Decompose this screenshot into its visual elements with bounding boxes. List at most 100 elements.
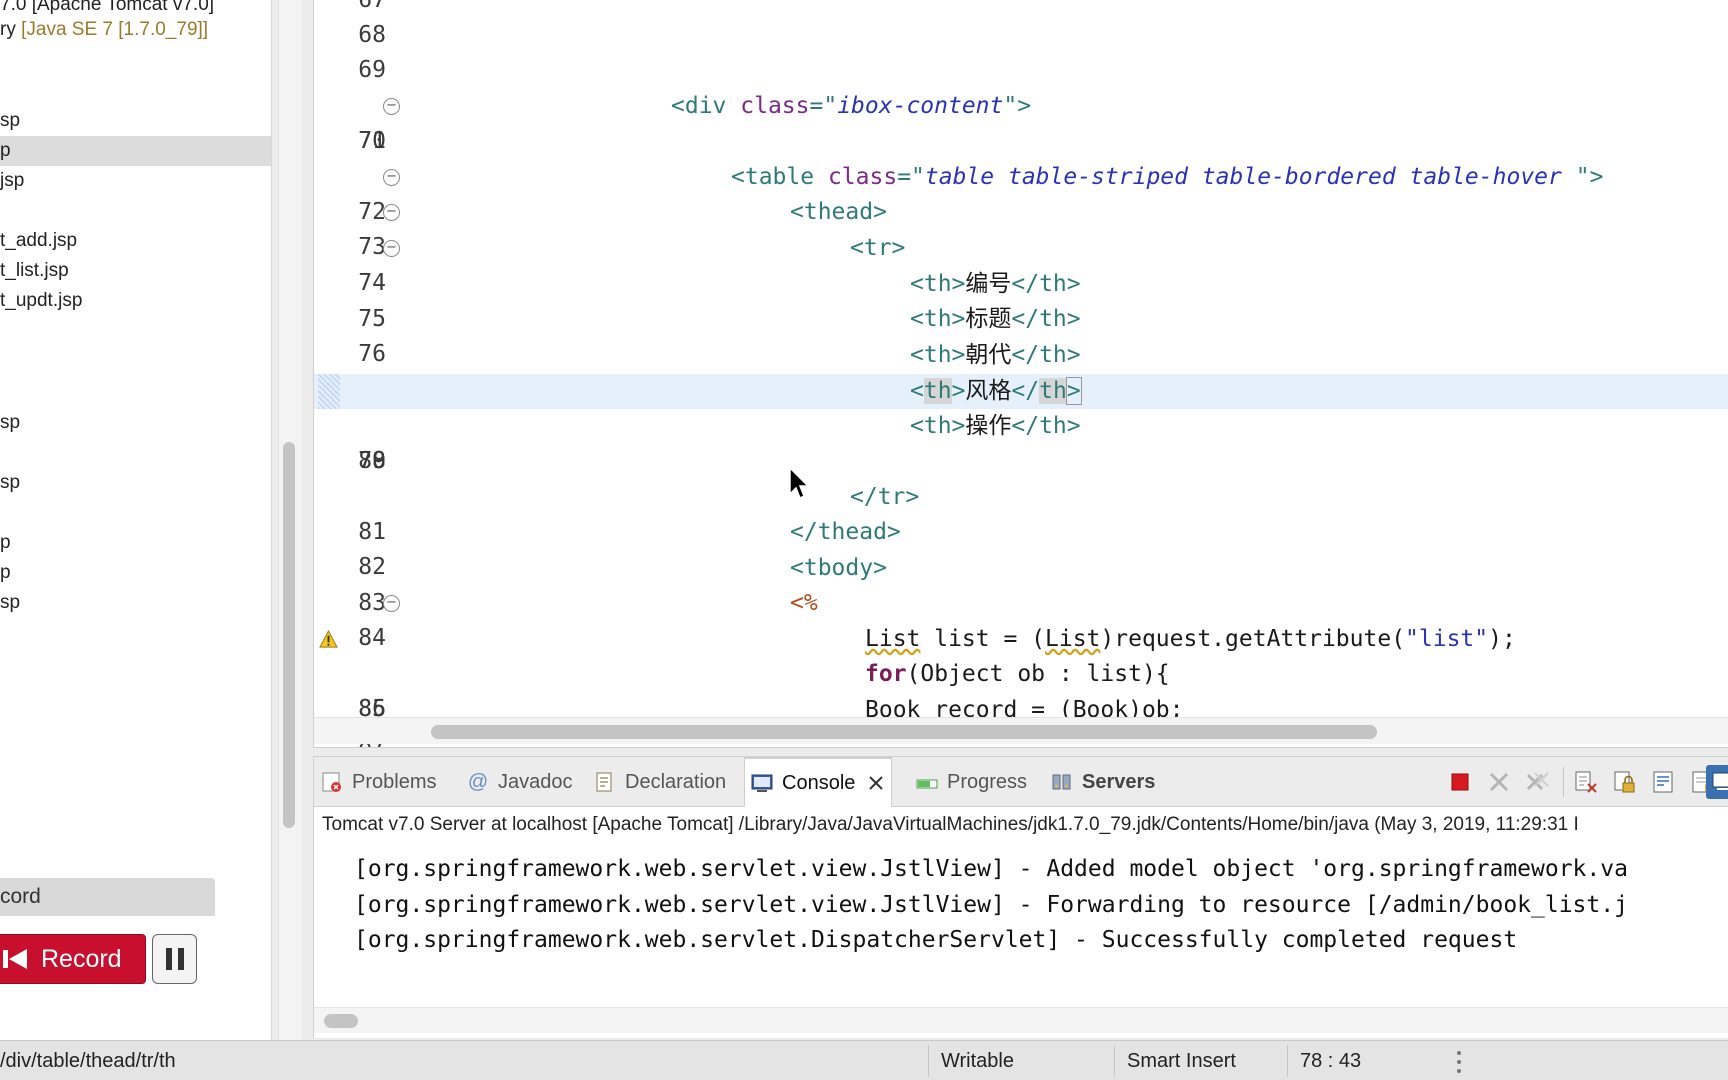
tree-item-file[interactable]: sp — [0, 106, 271, 136]
tab-servers[interactable]: Servers — [1051, 757, 1155, 807]
tab-label: Progress — [947, 771, 1028, 793]
tree-item-file[interactable]: sp — [0, 408, 271, 438]
tree-item-file[interactable]: p — [0, 528, 271, 558]
fold-collapse-icon[interactable]: − — [383, 169, 400, 186]
record-button-label: Record — [41, 944, 122, 973]
explorer-scrollbar-thumb[interactable] — [283, 442, 295, 828]
tree-item-file[interactable]: t_add.jsp — [0, 226, 271, 256]
status-bar-overflow-icon[interactable] — [1455, 1049, 1463, 1075]
tree-item-file[interactable]: sp — [0, 588, 271, 618]
code-token: "list" — [1405, 626, 1489, 652]
tree-item-file[interactable]: sp — [0, 468, 271, 498]
record-button[interactable]: Record — [0, 934, 146, 984]
code-text: <tbody> — [790, 555, 887, 581]
warning-icon[interactable] — [319, 630, 338, 649]
code-token: <table — [731, 164, 828, 190]
scroll-lock-button[interactable] — [1611, 768, 1639, 796]
code-token: </th> — [1011, 413, 1081, 439]
code-token: 标题 — [965, 306, 1012, 332]
fold-collapse-icon[interactable]: − — [383, 595, 400, 612]
code-line: 73 − <thead> — [314, 195, 1728, 260]
code-token: </th> — [1011, 306, 1081, 332]
code-token: class — [740, 93, 810, 119]
remove-all-terminated-button[interactable] — [1524, 768, 1552, 796]
tree-item-file[interactable]: jsp — [0, 166, 271, 196]
fold-collapse-icon[interactable]: − — [383, 240, 400, 257]
pause-button[interactable] — [152, 934, 197, 984]
editor-horizontal-scrollbar-thumb[interactable] — [431, 725, 1377, 739]
code-line: 84 − <% — [314, 586, 1728, 651]
code-token: 操作 — [965, 413, 1012, 439]
javadoc-icon: @ — [467, 771, 489, 793]
code-token: =" — [897, 164, 925, 190]
status-divider — [928, 1045, 929, 1077]
console-output-line: [org.springframework.web.servlet.Dispatc… — [354, 927, 1518, 953]
fold-collapse-icon[interactable]: − — [383, 204, 400, 221]
tree-item-file[interactable]: p — [0, 558, 271, 588]
remove-launch-button[interactable] — [1485, 768, 1513, 796]
code-token: < — [910, 378, 924, 404]
tree-item-jre-library[interactable]: ry [Java SE 7 [1.7.0_79]] — [0, 15, 271, 45]
tab-problems[interactable]: Problems — [321, 757, 436, 807]
close-tab-icon[interactable] — [867, 774, 885, 792]
code-token: )request.getAttribute( — [1100, 626, 1406, 652]
code-text: <table class="table table-striped table-… — [731, 160, 1603, 195]
tree-item-label: sp — [0, 592, 21, 613]
code-line: 76 <th>标题</th> — [314, 302, 1728, 367]
code-line: 80 — [314, 444, 1728, 479]
code-token: ibox-content — [837, 93, 1004, 119]
code-token: for — [865, 661, 907, 687]
code-token: =" — [809, 93, 838, 119]
code-line: 75 <th>编号</th> — [314, 267, 1728, 332]
code-line: 68 — [314, 18, 1728, 53]
code-line: 69 — [314, 53, 1728, 88]
code-line: 83 <tbody> — [314, 551, 1728, 616]
code-text: for(Object ob : list){ — [865, 657, 1170, 692]
remove-all-icon — [1526, 772, 1549, 791]
tree-item-label: p — [0, 532, 11, 553]
code-line: 67 — [314, 0, 1728, 18]
problems-icon — [322, 772, 341, 792]
line-number: 68 — [358, 22, 386, 48]
tree-item-file[interactable]: t_updt.jsp — [0, 286, 271, 316]
terminate-button[interactable] — [1446, 768, 1474, 796]
code-line: 79 <th>操作</th> — [314, 409, 1728, 474]
console-process-label: Tomcat v7.0 Server at localhost [Apache … — [322, 814, 1579, 835]
code-token: <div — [671, 93, 741, 119]
tab-progress[interactable]: Progress — [916, 757, 1027, 807]
servers-icon — [1052, 774, 1071, 790]
word-wrap-button[interactable] — [1650, 768, 1678, 796]
editor-horizontal-scrollbar[interactable] — [314, 717, 1728, 744]
code-token: 编号 — [965, 271, 1012, 297]
code-token: th — [1039, 378, 1067, 404]
tree-item-file-selected[interactable]: p — [0, 136, 271, 166]
code-line: 86 for(Object ob : list){ — [314, 657, 1728, 722]
declaration-icon — [596, 772, 612, 792]
tab-console[interactable]: Console — [744, 757, 893, 807]
display-selected-console-button[interactable] — [1706, 765, 1728, 799]
code-line: 77 <th>朝代</th> — [314, 338, 1728, 403]
code-line: 70 − <div class="ibox-content"> — [314, 89, 1728, 154]
tab-javadoc[interactable]: @ Javadoc — [467, 757, 573, 807]
console-icon — [751, 774, 773, 792]
code-text: <th>编号</th> — [910, 267, 1081, 302]
code-line: 72 − <table class="table table-striped t… — [314, 160, 1728, 225]
tab-label: Console — [782, 772, 856, 794]
code-token: <th> — [910, 306, 966, 332]
progress-icon — [916, 779, 938, 789]
tree-item-label: t_add.jsp — [0, 230, 78, 251]
console-horizontal-scrollbar[interactable] — [314, 1007, 1728, 1033]
code-token: (Object ob : list){ — [906, 661, 1170, 687]
fold-collapse-icon[interactable]: − — [383, 98, 400, 115]
code-token: </th> — [1011, 271, 1081, 297]
tab-declaration[interactable]: Declaration — [594, 757, 726, 807]
tree-item-label: jsp — [0, 170, 25, 191]
code-text: <th>风格</th> — [910, 374, 1082, 409]
tree-item-file[interactable]: t_list.jsp — [0, 256, 271, 286]
code-editor[interactable]: 67 68 69 70 − <div class="ibox-content">… — [313, 0, 1728, 748]
display-console-icon — [1712, 772, 1728, 790]
code-token: 朝代 — [965, 342, 1012, 368]
console-horizontal-scrollbar-thumb[interactable] — [324, 1014, 358, 1028]
code-text: <th>朝代</th> — [910, 338, 1081, 373]
clear-console-button[interactable] — [1572, 768, 1600, 796]
